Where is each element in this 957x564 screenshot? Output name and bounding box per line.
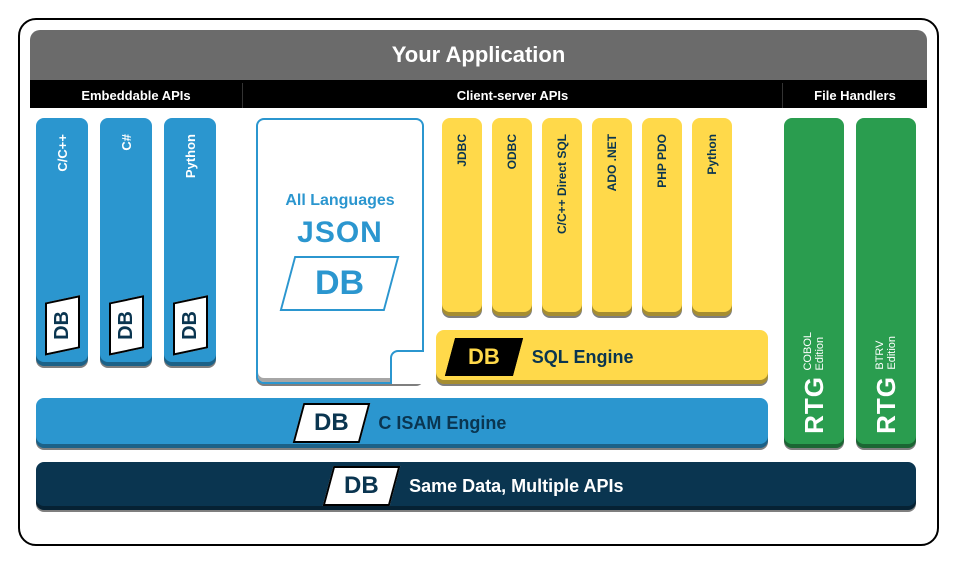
same-data-bar: DB Same Data, Multiple APIs bbox=[36, 462, 916, 510]
db-badge-icon: DB bbox=[445, 338, 523, 376]
embeddable-pill-csharp: C# DB bbox=[100, 118, 152, 366]
client-pill-directsql: C/C++ Direct SQL bbox=[542, 118, 582, 316]
client-label: ADO .NET bbox=[605, 134, 619, 191]
db-badge-icon: DB bbox=[323, 466, 400, 506]
rtg-badge-icon: RTG bbox=[799, 376, 830, 434]
app-title: Your Application bbox=[30, 30, 927, 83]
filehandler-pill-btrv: BTRVEdition RTG bbox=[856, 118, 916, 448]
filehandler-sub: BTRVEdition bbox=[874, 336, 898, 370]
client-pill-phppdo: PHP PDO bbox=[642, 118, 682, 316]
client-pill-python: Python bbox=[692, 118, 732, 316]
embeddable-label: Python bbox=[183, 134, 198, 178]
c-isam-label: C ISAM Engine bbox=[378, 413, 506, 434]
section-embeddable: Embeddable APIs bbox=[30, 83, 242, 108]
db-badge-icon: DB bbox=[109, 295, 144, 355]
db-badge-icon: DB bbox=[280, 256, 400, 311]
card-notch-icon bbox=[390, 350, 424, 384]
client-label: ODBC bbox=[505, 134, 519, 169]
filehandler-pill-cobol: COBOLEdition RTG bbox=[784, 118, 844, 448]
json-card-line2: JSON bbox=[297, 216, 383, 250]
client-label: PHP PDO bbox=[655, 134, 669, 188]
json-db-card: All Languages JSON DB bbox=[256, 118, 424, 384]
client-label: C/C++ Direct SQL bbox=[555, 134, 569, 234]
section-filehandlers: File Handlers bbox=[783, 83, 927, 108]
section-headers: Embeddable APIs Client-server APIs File … bbox=[30, 83, 927, 108]
sql-engine-bar: DB SQL Engine bbox=[436, 330, 768, 384]
architecture-diagram: Your Application Embeddable APIs Client-… bbox=[18, 18, 939, 546]
client-pill-jdbc: JDBC bbox=[442, 118, 482, 316]
rtg-badge-icon: RTG bbox=[871, 376, 902, 434]
client-label: Python bbox=[705, 134, 719, 175]
diagram-body: C/C++ DB C# DB Python DB All Languages J… bbox=[30, 108, 927, 503]
embeddable-label: C# bbox=[119, 134, 134, 151]
embeddable-label: C/C++ bbox=[55, 134, 70, 172]
client-label: JDBC bbox=[455, 134, 469, 167]
c-isam-bar: DB C ISAM Engine bbox=[36, 398, 768, 448]
embeddable-pill-ccpp: C/C++ DB bbox=[36, 118, 88, 366]
db-badge-icon: DB bbox=[173, 295, 208, 355]
db-badge-icon: DB bbox=[292, 403, 369, 443]
same-data-label: Same Data, Multiple APIs bbox=[409, 476, 623, 497]
client-pill-adonet: ADO .NET bbox=[592, 118, 632, 316]
json-card-line1: All Languages bbox=[285, 192, 394, 210]
section-clientserver: Client-server APIs bbox=[242, 83, 783, 108]
sql-engine-label: SQL Engine bbox=[532, 347, 634, 368]
filehandler-sub: COBOLEdition bbox=[802, 332, 826, 371]
embeddable-pill-python: Python DB bbox=[164, 118, 216, 366]
client-pill-odbc: ODBC bbox=[492, 118, 532, 316]
db-badge-icon: DB bbox=[45, 295, 80, 355]
